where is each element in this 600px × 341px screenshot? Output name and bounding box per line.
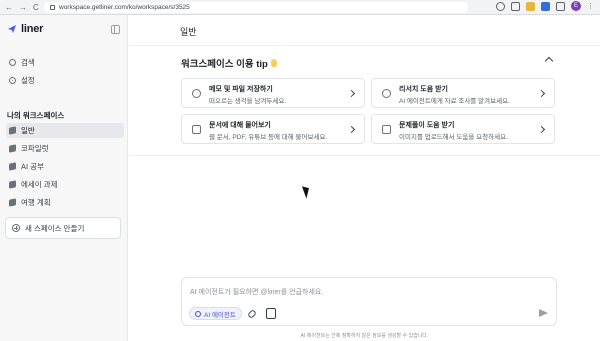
gear-icon [9,77,16,84]
tip-card-documents[interactable]: 문서에 대해 물어보기 웹 문서, PDF, 유튜브 등에 대해 물어보세요. [181,114,365,144]
sidebar-item-search[interactable]: 검색 [6,55,124,70]
tip-card-title: 문서에 대해 물어보기 [209,122,271,129]
search-icon [9,59,16,66]
sidebar-item-workspace[interactable]: 일반 [6,123,124,138]
mouse-cursor-icon [301,184,313,199]
tip-card-research[interactable]: 리서치 도움 받기 AI 에이전트에게 자료 조사를 맡겨보세요. [371,78,555,108]
tip-card-desc: 이미지를 업로드해서 도움을 요청하세요. [399,134,508,141]
extension-icon[interactable] [541,1,550,11]
image-icon [382,125,391,134]
workspace-icon [9,198,16,207]
sidebar-item-label: 검색 [21,58,35,67]
chevron-right-icon [347,89,356,98]
back-icon[interactable]: ← [5,3,13,12]
attach-file-icon[interactable] [266,308,276,319]
workspace-icon [9,126,16,135]
sidebar-item-label: 코파일럿 [21,144,49,153]
send-icon[interactable] [539,309,548,317]
composer-placeholder: AI 에이전트가 필요하면 @liner를 언급하세요. [190,289,324,296]
share-icon[interactable] [511,1,520,11]
browser-nav: ← → C [0,3,39,12]
workspace-icon [9,180,16,189]
tip-card-title: 문제풀이 도움 받기 [399,122,455,129]
logo[interactable]: liner [7,23,43,35]
disclaimer-text: AI 에이전트는 간혹 정확하지 않은 정보를 생성할 수 있습니다. [300,333,429,339]
sidebar-item-workspace[interactable]: 코파일럿 [6,141,124,156]
lightbulb-icon [270,59,277,67]
sidebar-item-label: 일반 [21,126,35,135]
browser-toolbar: ← → C workspace.getliner.com/ko/workspac… [0,0,600,15]
sidebar-item-workspace[interactable]: 여행 계획 [6,195,124,210]
tip-card-title: 메모 및 파일 저장하기 [209,86,273,93]
sidebar: liner 검색 설정 나의 워크스페이스 일반 코파일럿 AI 공부 에세이 … [0,15,128,341]
chevron-right-icon [537,89,546,98]
profile-avatar[interactable]: E [571,1,581,11]
reload-icon[interactable]: C [33,3,39,12]
address-bar[interactable]: workspace.getliner.com/ko/workspace/s/35… [44,2,468,13]
workspace-icon [9,162,16,171]
sidebar-item-workspace[interactable]: AI 공부 [6,159,124,174]
tip-card-desc: 떠오르는 생각을 남겨두세요. [209,98,287,105]
workspace-icon [9,144,16,153]
page-title: 일반 [180,27,197,37]
workspaces-heading: 나의 워크스페이스 [7,111,65,120]
url-text: workspace.getliner.com/ko/workspace/s/35… [59,4,190,11]
tip-card-desc: AI 에이전트에게 자료 조사를 맡겨보세요. [399,98,510,105]
link-icon[interactable] [247,308,258,319]
new-space-button[interactable]: 새 스페이스 만들기 [5,217,121,239]
sidebar-item-label: AI 공부 [21,162,44,171]
chevron-up-icon[interactable] [544,56,554,66]
refresh-search-icon [382,89,391,98]
chevron-right-icon [347,125,356,134]
sidebar-item-label: 여행 계획 [21,198,51,207]
page-header: 일반 [129,15,600,46]
at-icon [195,310,201,317]
tip-card-title: 리서치 도움 받기 [399,86,448,93]
lock-icon [50,5,55,10]
brand-name: liner [21,23,44,35]
sidebar-toggle-icon[interactable] [111,25,120,34]
layers-icon [192,125,201,134]
main-content: 일반 워크스페이스 이용 tip 메모 및 파일 저장하기 떠오르는 생각을 남… [129,15,600,341]
tip-card-desc: 웹 문서, PDF, 유튜브 등에 대해 물어보세요. [209,134,328,141]
new-space-label: 새 스페이스 만들기 [25,223,85,233]
tip-card-memo[interactable]: 메모 및 파일 저장하기 떠오르는 생각을 남겨두세요. [181,78,365,108]
plus-icon [12,224,20,232]
chevron-right-icon [537,125,546,134]
ai-agent-label: AI 에이전트 [204,311,236,319]
tip-card-problem-solving[interactable]: 문제풀이 도움 받기 이미지를 업로드해서 도움을 요청하세요. [371,114,555,144]
sidebar-item-workspace[interactable]: 에세이 과제 [6,177,124,192]
liner-logo-icon [8,25,16,33]
chat-composer[interactable]: AI 에이전트가 필요하면 @liner를 언급하세요. AI 에이전트 [181,277,557,326]
sidebar-item-settings[interactable]: 설정 [6,73,124,88]
sidebar-item-label: 설정 [21,76,35,85]
tip-heading-text: 워크스페이스 이용 tip [181,59,268,70]
ai-agent-button[interactable]: AI 에이전트 [189,307,242,320]
more-icon[interactable]: ⋮ [587,2,594,10]
puzzle-icon[interactable] [556,1,565,11]
extensions-icon[interactable] [496,1,505,11]
divider [129,155,600,156]
sidebar-item-label: 에세이 과제 [21,180,58,189]
tip-heading: 워크스페이스 이용 tip [181,56,277,70]
extension-icon[interactable] [526,1,535,11]
browser-actions: E ⋮ [496,1,594,11]
forward-icon[interactable]: → [19,3,27,12]
bulb-outline-icon [192,89,201,98]
